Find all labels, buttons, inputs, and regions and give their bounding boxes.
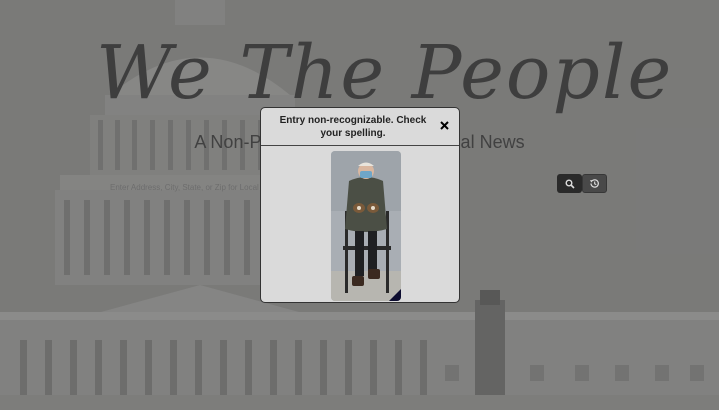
close-icon [439, 120, 449, 130]
modal-close-button[interactable] [437, 118, 451, 132]
error-modal: Entry non-recognizable. Check your spell… [260, 107, 460, 303]
meme-image [331, 151, 401, 301]
modal-header: Entry non-recognizable. Check your spell… [261, 108, 459, 146]
modal-title: Entry non-recognizable. Check your spell… [279, 115, 427, 139]
